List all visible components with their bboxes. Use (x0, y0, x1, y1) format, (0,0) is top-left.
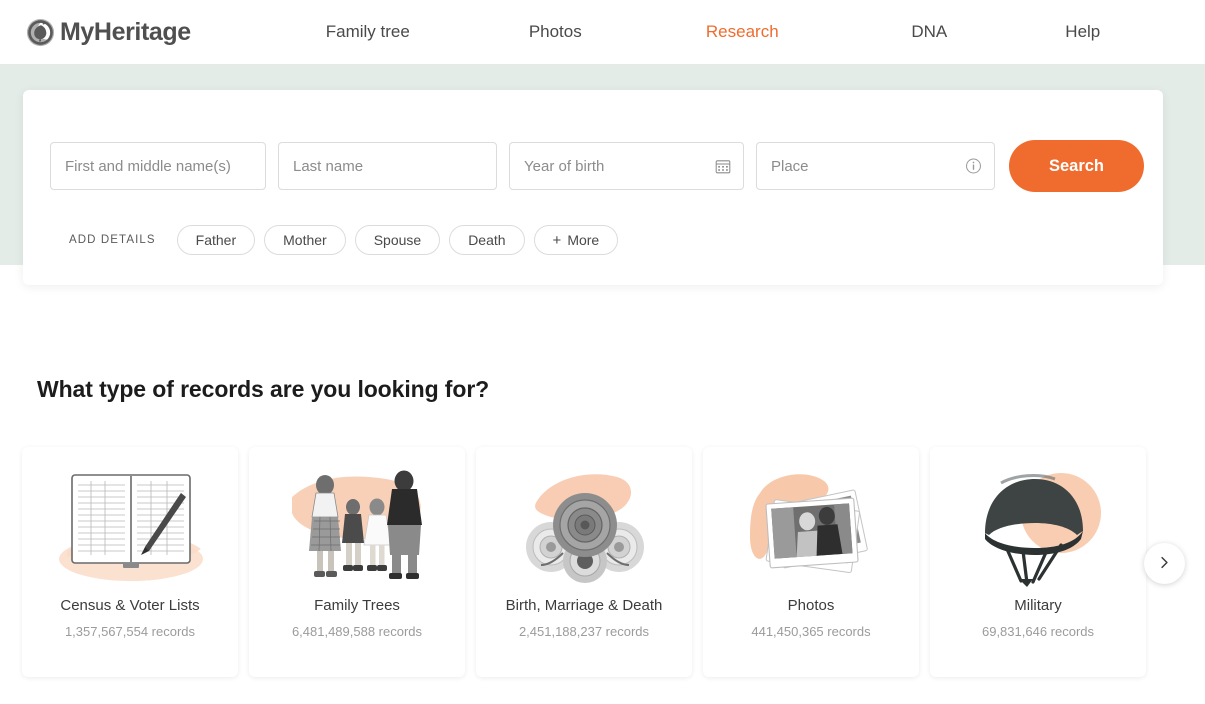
nav-item-research[interactable]: Research (649, 22, 836, 42)
nav-item-photos[interactable]: Photos (462, 22, 649, 42)
record-type-carousel: Census & Voter Lists 1,357,567,554 recor… (22, 447, 1146, 677)
record-card-label: Military (1014, 597, 1062, 614)
year-of-birth-field[interactable] (509, 142, 744, 190)
last-name-input[interactable] (279, 143, 496, 189)
chip-father[interactable]: Father (176, 225, 256, 255)
research-page: MyHeritage Family tree Photos Research D… (0, 0, 1205, 704)
chip-more-label: More (567, 232, 600, 248)
carousel-next-button[interactable] (1144, 543, 1185, 584)
record-card-military[interactable]: Military 69,831,646 records (930, 447, 1146, 677)
record-card-photos[interactable]: Photos 441,450,365 records (703, 447, 919, 677)
record-card-label: Birth, Marriage & Death (505, 597, 663, 614)
logo-wordmark: MyHeritage (60, 17, 191, 46)
myheritage-logo[interactable]: MyHeritage (25, 17, 191, 48)
place-field[interactable] (756, 142, 995, 190)
record-card-count: 69,831,646 records (981, 624, 1095, 639)
record-card-count: 441,450,365 records (751, 624, 871, 639)
record-card-label: Photos (787, 597, 835, 614)
nav-item-dna[interactable]: DNA (836, 22, 1023, 42)
search-button[interactable]: Search (1009, 140, 1144, 192)
year-of-birth-input[interactable] (510, 143, 743, 189)
section-title: What type of records are you looking for… (37, 376, 490, 402)
stack-of-photographs-icon (703, 455, 919, 595)
chip-more[interactable]: + More (533, 225, 619, 255)
chip-spouse[interactable]: Spouse (354, 225, 441, 255)
myheritage-circle-leaf-icon (25, 17, 56, 48)
main-navigation: Family tree Photos Research DNA Help (274, 22, 1143, 42)
chip-death[interactable]: Death (449, 225, 525, 255)
record-card-label: Census & Voter Lists (60, 597, 200, 614)
military-helmet-icon (930, 455, 1146, 595)
record-card-count: 2,451,188,237 records (518, 624, 650, 639)
first-name-field[interactable] (50, 142, 266, 190)
search-fields-row: Search (50, 140, 1144, 192)
nav-item-family-tree[interactable]: Family tree (274, 22, 462, 42)
record-card-label: Family Trees (314, 597, 400, 614)
open-ledger-book-with-pen-icon (22, 455, 238, 595)
record-card-census-voter-lists[interactable]: Census & Voter Lists 1,357,567,554 recor… (22, 447, 238, 677)
record-card-family-trees[interactable]: Family Trees 6,481,489,588 records (249, 447, 465, 677)
nav-item-help[interactable]: Help (1023, 22, 1143, 42)
roses-bouquet-icon (476, 455, 692, 595)
record-card-count: 6,481,489,588 records (291, 624, 423, 639)
site-header: MyHeritage Family tree Photos Research D… (0, 0, 1205, 65)
search-card: Search ADD DETAILS Father Mother Spouse … (23, 90, 1163, 285)
last-name-field[interactable] (278, 142, 497, 190)
record-card-birth-marriage-death[interactable]: Birth, Marriage & Death 2,451,188,237 re… (476, 447, 692, 677)
place-input[interactable] (757, 143, 994, 189)
chip-mother[interactable]: Mother (264, 225, 346, 255)
record-card-count: 1,357,567,554 records (64, 624, 196, 639)
add-details-row: ADD DETAILS Father Mother Spouse Death +… (69, 225, 627, 255)
calendar-icon[interactable] (715, 158, 731, 174)
family-of-four-walking-icon (249, 455, 465, 595)
add-details-label: ADD DETAILS (69, 234, 156, 246)
chevron-right-icon (1158, 556, 1171, 572)
info-icon[interactable] (965, 158, 982, 175)
plus-icon: + (552, 231, 562, 249)
first-name-input[interactable] (51, 143, 265, 189)
